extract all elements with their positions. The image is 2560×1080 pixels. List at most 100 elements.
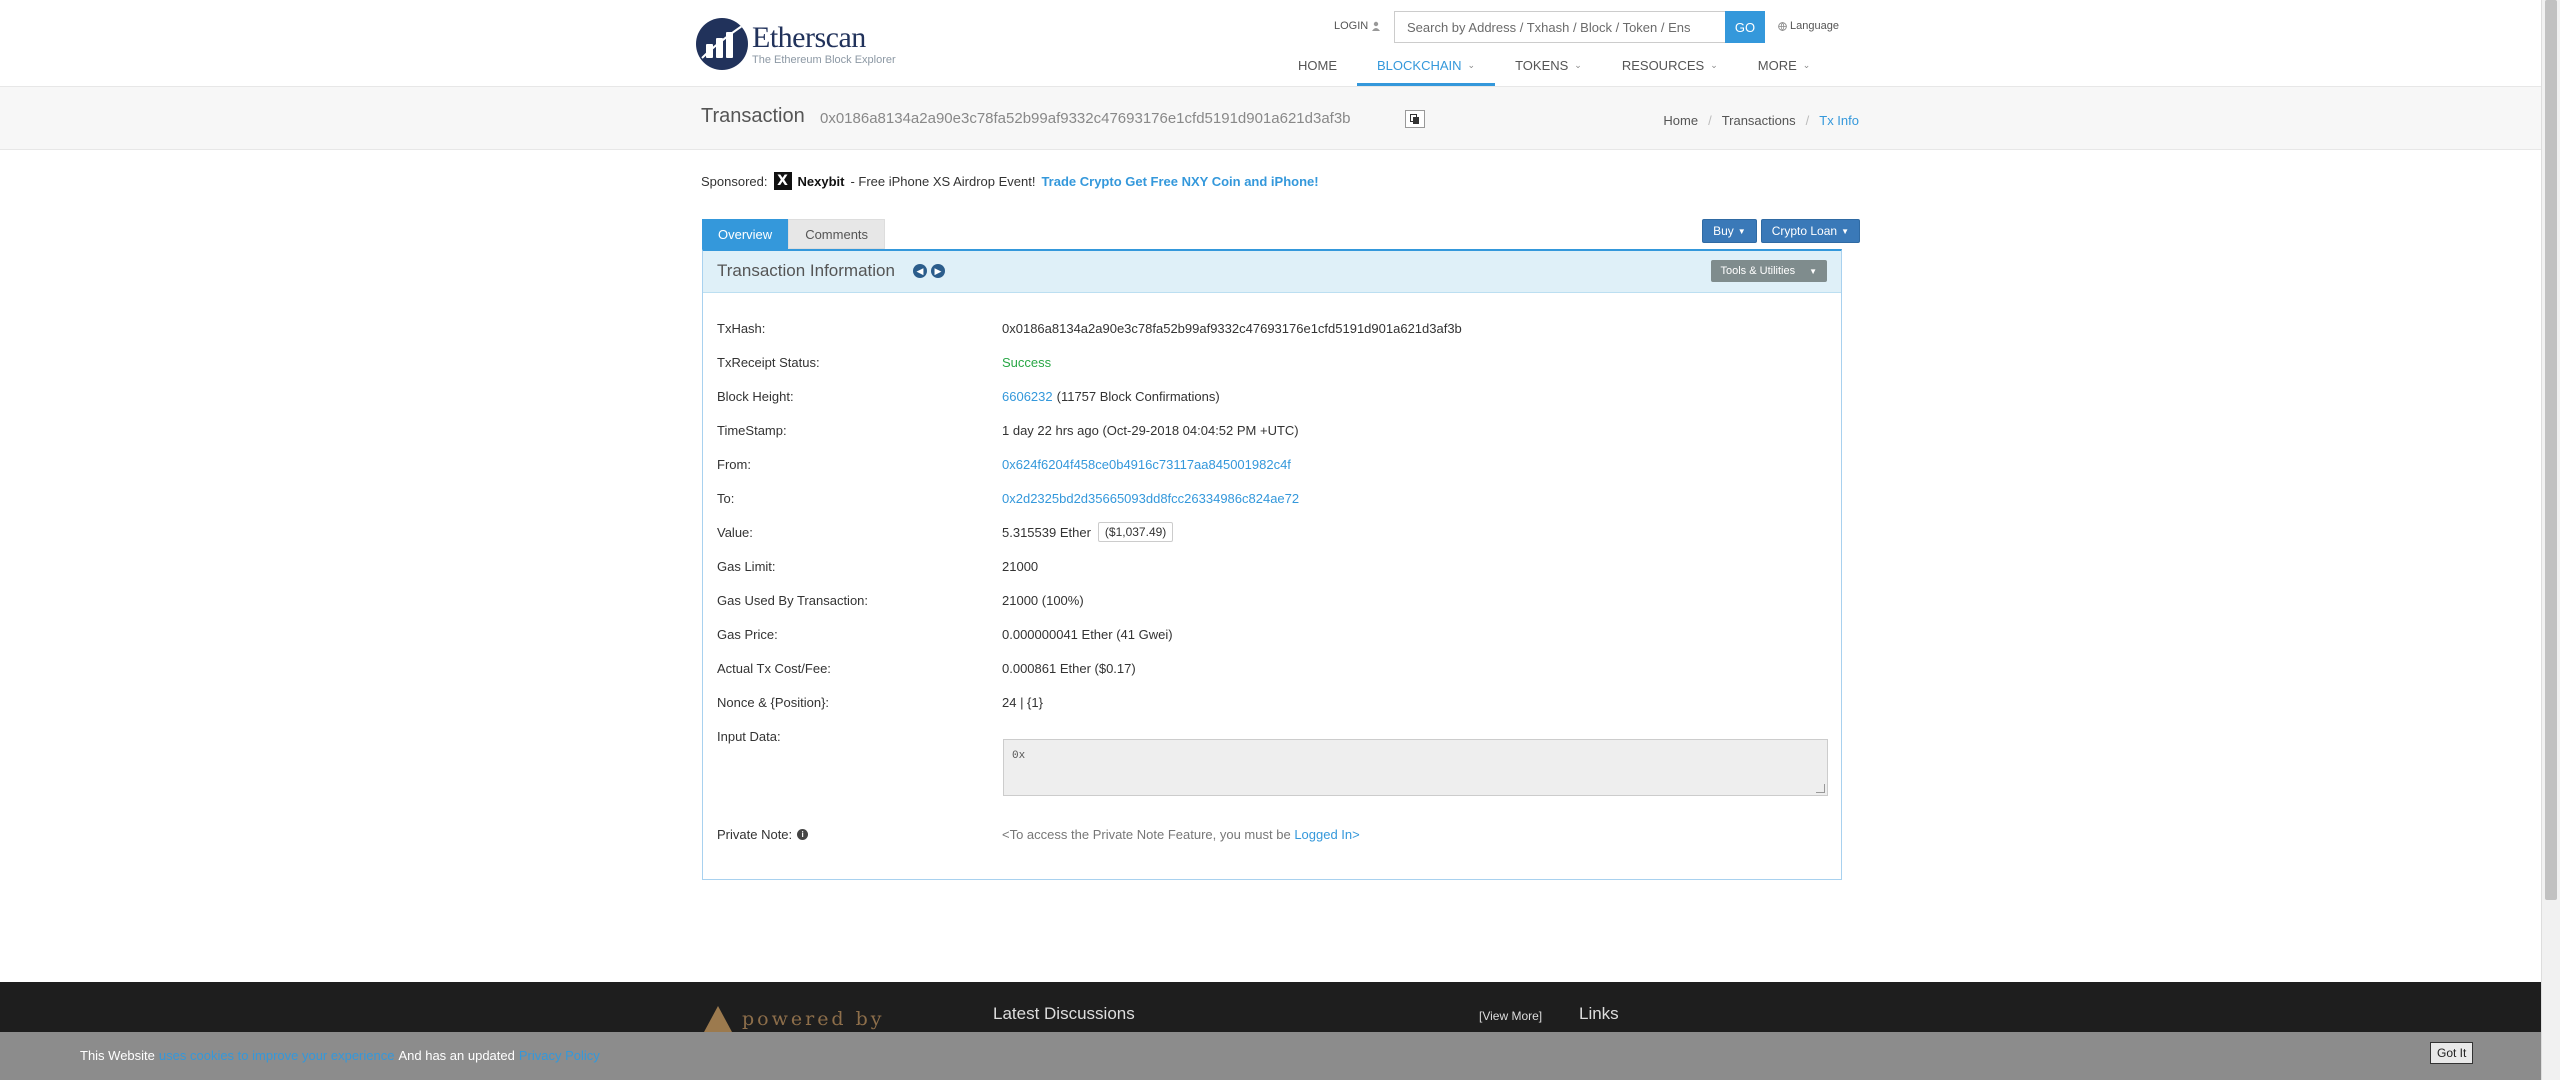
logo-tagline: The Ethereum Block Explorer — [752, 53, 896, 66]
nav-blockchain[interactable]: BLOCKCHAIN ⌄ — [1357, 44, 1496, 86]
nav-tokens[interactable]: TOKENS ⌄ — [1495, 44, 1602, 86]
value-gas-price: 0.000000041 Ether (41 Gwei) — [1002, 626, 1173, 642]
caret-down-icon: ▼ — [1809, 266, 1817, 276]
row-value: Value: 5.315539 Ether ($1,037.49) — [717, 515, 1827, 549]
ethereum-logo-icon — [704, 1006, 732, 1032]
main-nav: HOME BLOCKCHAIN ⌄ TOKENS ⌄ RESOURCES ⌄ MORE… — [1278, 44, 1830, 86]
language-selector[interactable]: Language — [1778, 20, 1839, 32]
label-receipt-status: TxReceipt Status: — [717, 354, 820, 370]
row-gas-price: Gas Price: 0.000000041 Ether (41 Gwei) — [717, 617, 1827, 651]
breadcrumb-transactions[interactable]: Transactions — [1722, 113, 1796, 128]
row-from: From: 0x624f6204f458ce0b4916c73117aa8450… — [717, 447, 1827, 481]
tools-utilities-label: Tools & Utilities — [1720, 265, 1796, 277]
label-txhash: TxHash: — [717, 320, 766, 336]
tools-utilities-button[interactable]: Tools & Utilities ▼ — [1710, 260, 1827, 282]
private-note-label: Private Note: — [717, 827, 793, 842]
prev-tx-icon[interactable]: ◀ — [913, 264, 927, 278]
breadcrumb-current: Tx Info — [1819, 113, 1859, 128]
to-address-link[interactable]: 0x2d2325bd2d35665093dd8fcc26334986c824ae… — [1002, 491, 1299, 506]
scrollbar-thumb[interactable] — [2545, 0, 2557, 900]
etherscan-logo[interactable]: Etherscan The Ethereum Block Explorer — [696, 16, 896, 72]
sponsor-brand: Nexybit — [797, 173, 845, 189]
links-heading: Links — [1579, 1004, 1619, 1023]
label-from: From: — [717, 456, 751, 472]
page-scrollbar[interactable] — [2541, 0, 2560, 1080]
label-block-height: Block Height: — [717, 388, 794, 404]
tab-overview[interactable]: Overview — [702, 219, 789, 249]
info-icon[interactable]: i — [797, 829, 809, 840]
label-gas-limit: Gas Limit: — [717, 558, 776, 574]
value-ether: 5.315539 Ether — [1002, 524, 1091, 540]
breadcrumb-home[interactable]: Home — [1663, 113, 1698, 128]
privacy-policy-link[interactable]: Privacy Policy — [519, 1048, 600, 1063]
cookie-text-1: This Website — [80, 1048, 155, 1063]
next-tx-icon[interactable]: ▶ — [931, 264, 945, 278]
logged-in-link[interactable]: Logged In> — [1294, 827, 1359, 842]
globe-icon — [1778, 21, 1787, 31]
buy-button[interactable]: Buy ▼ — [1702, 219, 1757, 243]
row-timestamp: TimeStamp: 1 day 22 hrs ago (Oct-29-2018… — [717, 413, 1827, 447]
logo-name: Etherscan — [752, 20, 866, 54]
sponsor-cta-link[interactable]: Trade Crypto Get Free NXY Coin and iPhon… — [1041, 174, 1318, 189]
nav-tokens-label: TOKENS — [1515, 57, 1569, 73]
label-tx-fee: Actual Tx Cost/Fee: — [717, 660, 831, 676]
nav-home[interactable]: HOME — [1278, 44, 1357, 86]
search-go-button[interactable]: GO — [1725, 11, 1765, 43]
tx-tabs: Overview Comments — [702, 219, 886, 249]
value-usd-badge: ($1,037.49) — [1097, 522, 1174, 542]
tx-details: TxHash: 0x0186a8134a2a90e3c78fa52b99af93… — [717, 311, 1827, 753]
sponsored-label: Sponsored: — [701, 173, 768, 189]
panel-title: Transaction Information — [717, 261, 895, 280]
tab-comments[interactable]: Comments — [788, 219, 886, 249]
label-to: To: — [717, 490, 735, 506]
buy-label: Buy — [1713, 224, 1734, 238]
sponsored-banner: Sponsored: X Nexybit - Free iPhone XS Ai… — [701, 172, 1319, 190]
label-gas-price: Gas Price: — [717, 626, 778, 642]
nav-more[interactable]: MORE ⌄ — [1738, 44, 1831, 86]
page-title: Transaction — [701, 105, 805, 127]
private-note-text: <To access the Private Note Feature, you… — [1002, 827, 1360, 842]
nav-blockchain-label: BLOCKCHAIN — [1377, 57, 1462, 73]
nav-resources-label: RESOURCES — [1621, 57, 1705, 73]
value-nonce: 24 | {1} — [1002, 694, 1043, 710]
value-timestamp: 1 day 22 hrs ago (Oct-29-2018 04:04:52 P… — [1002, 422, 1299, 438]
block-height-link[interactable]: 6606232 — [1002, 389, 1053, 404]
login-link[interactable]: LOGIN — [1334, 20, 1381, 32]
breadcrumb-separator: / — [1708, 113, 1712, 128]
cookie-accept-button[interactable]: Got It — [2430, 1042, 2474, 1064]
cookie-policy-link[interactable]: uses cookies to improve your experience — [159, 1048, 395, 1063]
input-data-textarea[interactable]: 0x — [1003, 739, 1828, 796]
view-more-link[interactable]: [View More] — [1479, 1009, 1542, 1023]
value-gas-used: 21000 (100%) — [1002, 592, 1084, 608]
nav-resources[interactable]: RESOURCES ⌄ — [1602, 44, 1738, 86]
language-label: Language — [1790, 20, 1839, 32]
nav-home-label: HOME — [1298, 57, 1337, 73]
row-nonce: Nonce & {Position}: 24 | {1} — [717, 685, 1827, 719]
resize-handle-icon[interactable] — [1816, 784, 1825, 793]
crypto-loan-label: Crypto Loan — [1771, 224, 1838, 238]
site-header — [0, 0, 2542, 87]
caret-down-icon: ▼ — [1737, 226, 1746, 236]
breadcrumb: Home / Transactions / Tx Info — [1663, 113, 1859, 128]
breadcrumb-separator: / — [1805, 113, 1810, 128]
status-success: Success — [1002, 354, 1052, 370]
nav-more-label: MORE — [1757, 57, 1797, 73]
value-tx-fee: 0.000861 Ether ($0.17) — [1002, 660, 1136, 676]
input-data-value: 0x — [1012, 750, 1026, 762]
cookie-text-2: And has an updated — [398, 1048, 515, 1063]
value-txhash: 0x0186a8134a2a90e3c78fa52b99af9332c47693… — [1002, 320, 1462, 336]
row-gas-limit: Gas Limit: 21000 — [717, 549, 1827, 583]
nexybit-logo: X — [773, 172, 792, 190]
copy-hash-button[interactable] — [1405, 110, 1425, 128]
search-input[interactable] — [1395, 12, 1725, 42]
block-confirmations: (11757 Block Confirmations) — [1056, 388, 1220, 404]
login-label: LOGIN — [1334, 20, 1369, 32]
from-address-link[interactable]: 0x624f6204f458ce0b4916c73117aa845001982c… — [1002, 457, 1291, 472]
sponsor-text: - Free iPhone XS Airdrop Event! — [850, 173, 1036, 189]
row-block-height: Block Height: 6606232 (11757 Block Confir… — [717, 379, 1827, 413]
copy-icon — [1410, 113, 1419, 124]
chevron-down-icon: ⌄ — [1467, 59, 1476, 70]
private-note-message: <To access the Private Note Feature, you… — [1002, 827, 1291, 842]
crypto-loan-button[interactable]: Crypto Loan ▼ — [1760, 219, 1860, 243]
row-gas-used: Gas Used By Transaction: 21000 (100%) — [717, 583, 1827, 617]
